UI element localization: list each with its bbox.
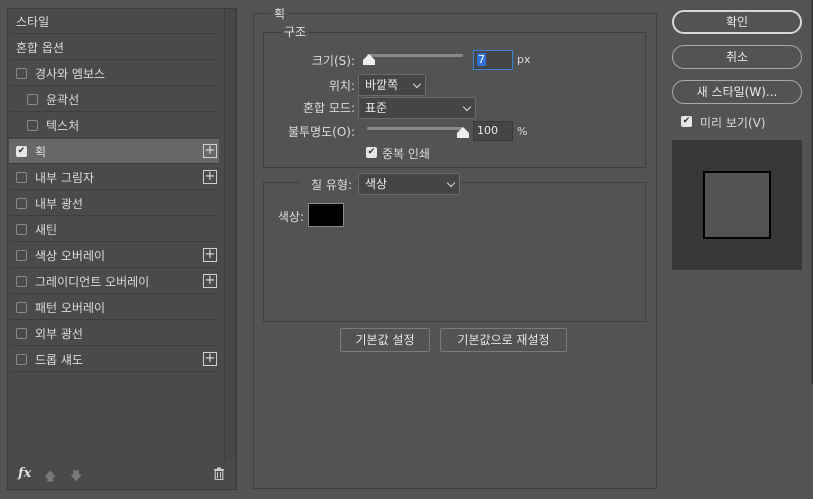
style-item-checkbox[interactable] xyxy=(16,67,27,79)
color-swatch[interactable] xyxy=(308,203,344,227)
style-item-satin[interactable]: 새틴 xyxy=(9,217,219,242)
preview-label: 미리 보기(V) xyxy=(700,116,766,130)
style-item-label: 패턴 오버레이 xyxy=(35,300,106,315)
opacity-slider-track[interactable] xyxy=(367,127,463,130)
opacity-unit: % xyxy=(517,125,528,138)
style-item-bevel-emboss[interactable]: 경사와 엠보스 xyxy=(9,61,219,86)
fill-type-select[interactable]: 색상 xyxy=(358,173,460,195)
style-item-stroke[interactable]: ✔ 획 + xyxy=(9,139,219,164)
style-item-label: 경사와 엠보스 xyxy=(35,66,106,81)
preview-checkbox[interactable]: ✔ xyxy=(681,116,692,127)
style-item-checkbox[interactable] xyxy=(16,249,27,261)
fill-type-value: 색상 xyxy=(365,177,388,191)
style-item-label: 내부 그림자 xyxy=(35,170,95,185)
chevron-down-icon xyxy=(462,102,472,112)
new-style-button[interactable]: 새 스타일(W)... xyxy=(672,80,802,104)
style-item-label: 새틴 xyxy=(35,222,58,237)
ok-button[interactable]: 확인 xyxy=(672,10,802,34)
fill-type-label: 칠 유형: xyxy=(300,176,355,193)
style-item-label: 스타일 xyxy=(16,14,50,29)
style-item-checkbox[interactable] xyxy=(16,275,27,287)
add-effect-icon[interactable]: + xyxy=(203,170,217,184)
style-item-pattern-overlay[interactable]: 패턴 오버레이 xyxy=(9,295,219,320)
blend-mode-value: 표준 xyxy=(365,101,388,115)
style-item-checkbox[interactable] xyxy=(16,223,27,235)
style-item-gradient-overlay[interactable]: 그레이디언트 오버레이 + xyxy=(9,269,219,294)
size-slider-thumb[interactable] xyxy=(362,54,375,65)
style-item-checkbox[interactable] xyxy=(27,93,38,105)
style-item-checkbox[interactable] xyxy=(16,353,27,365)
color-label: 색상: xyxy=(277,210,304,224)
add-effect-icon[interactable]: + xyxy=(203,352,217,366)
style-item-checkbox[interactable] xyxy=(16,171,27,183)
style-item-style[interactable]: 스타일 xyxy=(9,9,219,34)
style-preview xyxy=(672,140,802,270)
position-label: 위치: xyxy=(328,79,355,93)
style-item-contour[interactable]: 윤곽선 xyxy=(9,87,219,112)
list-footer: fx 🡅 🡇 xyxy=(8,459,236,489)
style-item-checkbox[interactable] xyxy=(16,327,27,339)
style-item-label: 색상 오버레이 xyxy=(35,248,106,263)
overprint-label: 중복 인쇄 xyxy=(382,147,430,161)
trash-icon[interactable] xyxy=(213,467,225,480)
style-item-inner-shadow[interactable]: 내부 그림자 + xyxy=(9,165,219,190)
style-item-texture[interactable]: 텍스처 xyxy=(9,113,219,138)
style-item-label: 드롭 섀도 xyxy=(35,352,83,367)
make-default-button[interactable]: 기본값 설정 xyxy=(340,328,430,352)
style-item-color-overlay[interactable]: 색상 오버레이 + xyxy=(9,243,219,268)
stroke-title: 획 xyxy=(271,5,289,22)
chevron-down-icon xyxy=(412,79,422,89)
size-value: 7 xyxy=(477,53,486,66)
style-item-inner-glow[interactable]: 내부 광선 xyxy=(9,191,219,216)
style-item-label: 그레이디언트 오버레이 xyxy=(35,274,150,289)
reset-default-button[interactable]: 기본값으로 재설정 xyxy=(440,328,567,352)
style-item-checkbox[interactable] xyxy=(27,119,38,131)
list-scrollbar[interactable] xyxy=(224,9,236,461)
size-slider-track[interactable] xyxy=(367,54,463,57)
style-item-checkbox[interactable] xyxy=(16,301,27,313)
style-item-label: 내부 광선 xyxy=(35,196,83,211)
preview-swatch xyxy=(703,171,771,239)
position-value: 바깥쪽 xyxy=(365,78,399,92)
style-item-outer-glow[interactable]: 외부 광선 xyxy=(9,321,219,346)
style-item-blending-options[interactable]: 혼합 옵션 xyxy=(9,35,219,60)
style-item-label: 텍스처 xyxy=(46,118,80,133)
styles-list-panel: 스타일혼합 옵션경사와 엠보스윤곽선텍스처 ✔ 획 + 내부 그림자 + 내부 광선새틴색상… xyxy=(7,8,237,490)
style-item-label: 혼합 옵션 xyxy=(16,40,64,55)
opacity-input[interactable]: 100 xyxy=(473,121,513,141)
opacity-slider-thumb[interactable] xyxy=(457,127,469,138)
move-down-icon[interactable]: 🡇 xyxy=(70,467,82,488)
style-item-label: 외부 광선 xyxy=(35,326,83,341)
position-select[interactable]: 바깥쪽 xyxy=(358,74,426,96)
add-effect-icon[interactable]: + xyxy=(203,248,217,262)
size-unit: px xyxy=(517,53,531,66)
style-item-checkbox[interactable] xyxy=(16,197,27,209)
add-effect-icon[interactable]: + xyxy=(203,274,217,288)
chevron-down-icon xyxy=(446,178,456,188)
cancel-button[interactable]: 취소 xyxy=(672,45,802,69)
opacity-label: 불투명도(O): xyxy=(287,125,355,139)
style-item-checkbox[interactable]: ✔ xyxy=(16,145,27,157)
style-item-label: 윤곽선 xyxy=(46,92,80,107)
structure-title: 구조 xyxy=(281,23,310,40)
add-effect-icon[interactable]: + xyxy=(203,144,217,158)
style-item-drop-shadow[interactable]: 드롭 섀도 + xyxy=(9,347,219,372)
blend-mode-label: 혼합 모드: xyxy=(302,101,355,115)
size-label: 크기(S): xyxy=(311,54,355,68)
size-input[interactable]: 7 xyxy=(473,50,513,70)
blend-mode-select[interactable]: 표준 xyxy=(358,97,476,119)
overprint-checkbox[interactable]: ✔ xyxy=(366,147,377,158)
fx-button[interactable]: fx xyxy=(18,466,31,481)
style-item-label: 획 xyxy=(35,144,47,159)
move-up-icon[interactable]: 🡅 xyxy=(44,467,56,488)
